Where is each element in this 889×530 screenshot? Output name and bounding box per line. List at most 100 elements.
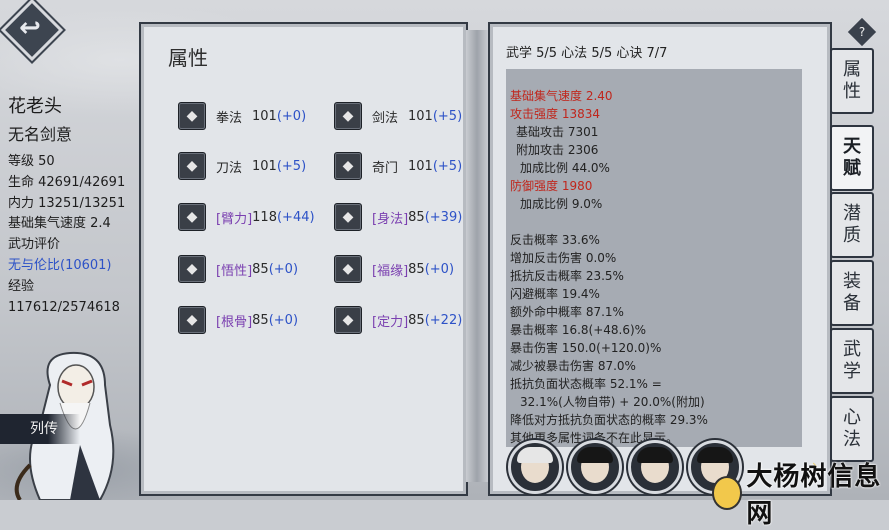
stat-value: 101 [252,158,277,174]
dart-icon: ◆ [334,152,362,180]
biography-button[interactable]: 列传 [0,414,80,444]
stat-1[interactable]: ◆ 剑法 101 (+5) [334,102,462,130]
bone-icon: ◆ [178,306,206,334]
stat-bonus: (+5) [432,158,463,174]
stat-7[interactable]: ◆ [福缘] 85 (+0) [334,255,454,283]
tab-label-char: 武 [843,339,861,360]
tab-label-char: 装 [843,271,861,292]
stat-name: [定力] [372,314,409,330]
meditate-icon: ◆ [334,306,362,334]
help-icon: ? [858,25,866,39]
detail-line: 加成比例 44.0% [520,161,610,175]
stat-bonus: (+5) [432,108,463,124]
detail-line: 抵抗反击概率 23.5% [510,269,624,283]
stat-name: 刀法 [216,160,243,176]
detail-line: 加成比例 9.0% [520,197,603,211]
tab-label-char: 法 [843,429,861,450]
sword-icon: ◆ [334,102,362,130]
stat-name: 奇门 [372,160,399,176]
character-info: 花老头 无名剑意 等级 50 生命 42691/42691 内力 13251/1… [8,94,138,318]
detail-line: 暴击伤害 150.0(+120.0)% [510,341,662,355]
exp-label: 经验 [8,278,35,294]
stat-2[interactable]: ◆ 刀法 101 (+5) [178,152,306,180]
stat-bonus: (+0) [424,261,455,277]
stat-0[interactable]: ◆ 拳法 101 (+0) [178,102,306,130]
detail-line: 基础攻击 7301 [516,125,599,139]
stat-bonus: (+0) [268,312,299,328]
stat-name: 拳法 [216,110,243,126]
fortune-icon: ◆ [334,255,362,283]
detail-line [510,213,802,231]
tab-2[interactable]: 潜质 [830,192,874,258]
stat-3[interactable]: ◆ 奇门 101 (+5) [334,152,462,180]
character-name: 花老头 [8,96,62,117]
book-spine [466,30,488,482]
tab-0[interactable]: 属性 [830,48,874,114]
stat-8[interactable]: ◆ [根骨] 85 (+0) [178,306,298,334]
tab-label-char: 赋 [843,158,861,179]
stat-bonus: (+0) [276,108,307,124]
detail-line: 抵抗负面状态概率 52.1% = [510,377,662,391]
stat-value: 101 [252,108,277,124]
stat-bonus: (+44) [276,209,315,225]
detail-line: 额外命中概率 87.1% [510,305,624,319]
detail-line: 闪避概率 19.4% [510,287,600,301]
tab-1[interactable]: 天赋 [830,125,874,191]
watermark-logo [712,476,743,510]
detail-line: 反击概率 33.6% [510,233,600,247]
arm-icon: ◆ [178,203,206,231]
watermark: 大杨树信息网 [712,456,889,530]
detail-line: 基础集气速度 2.40 [510,89,613,103]
detail-line: 防御强度 1980 [510,179,593,193]
stat-value: 101 [408,108,433,124]
mind-icon: ◆ [178,255,206,283]
tab-label-char: 备 [843,293,861,314]
stat-value: 85 [252,261,269,277]
detail-line: 增加反击伤害 0.0% [510,251,617,265]
stat-value: 118 [252,209,277,225]
stat-name: 剑法 [372,110,399,126]
fist-icon: ◆ [178,102,206,130]
tab-label-char: 性 [843,81,861,102]
attributes-title: 属性 [168,46,208,70]
tab-4[interactable]: 武学 [830,328,874,394]
tab-label-char: 质 [843,225,861,246]
character-hp: 生命 42691/42691 [8,174,126,190]
stat-value: 85 [408,312,425,328]
stat-name: [身法] [372,211,409,227]
detail-stats-panel: 基础集气速度 2.40 攻击强度 13834 基础攻击 7301 附加攻击 2306 加… [506,69,802,447]
return-arrow-icon: ↩ [19,13,41,43]
detail-line: 32.1%(人物自带) + 20.0%(附加) [520,395,705,409]
stat-4[interactable]: ◆ [臂力] 118 (+44) [178,203,315,231]
stat-bonus: (+39) [424,209,463,225]
stat-name: [臂力] [216,211,253,227]
stat-value: 85 [408,261,425,277]
rating-label: 武功评价 [8,237,61,253]
party-avatar-young-woman[interactable] [568,440,622,494]
tab-label-char: 学 [843,361,861,382]
tab-5[interactable]: 心法 [830,396,874,462]
stat-name: [福缘] [372,263,409,279]
running-icon: ◆ [334,203,362,231]
exp-value: 117612/2574618 [8,299,120,315]
party-avatar-elder[interactable] [508,440,562,494]
stat-5[interactable]: ◆ [身法] 85 (+39) [334,203,462,231]
stat-value: 101 [408,158,433,174]
detail-line: 附加攻击 2306 [516,143,599,157]
stat-bonus: (+22) [424,312,463,328]
stat-bonus: (+5) [276,158,307,174]
stat-value: 85 [408,209,425,225]
stat-bonus: (+0) [268,261,299,277]
rating-value: 无与伦比(10601) [8,257,112,273]
skill-slots-header: 武学 5/5 心法 5/5 心诀 7/7 [506,46,668,61]
help-button[interactable]: ? [847,17,877,47]
stat-9[interactable]: ◆ [定力] 85 (+22) [334,306,462,334]
tab-label-char: 天 [843,136,861,157]
tab-3[interactable]: 装备 [830,260,874,326]
detail-line: 攻击强度 13834 [510,107,600,121]
back-button[interactable]: ↩ [0,0,64,62]
stat-name: [悟性] [216,263,253,279]
party-avatar-maiden[interactable] [628,440,682,494]
blade-icon: ◆ [178,152,206,180]
stat-6[interactable]: ◆ [悟性] 85 (+0) [178,255,298,283]
